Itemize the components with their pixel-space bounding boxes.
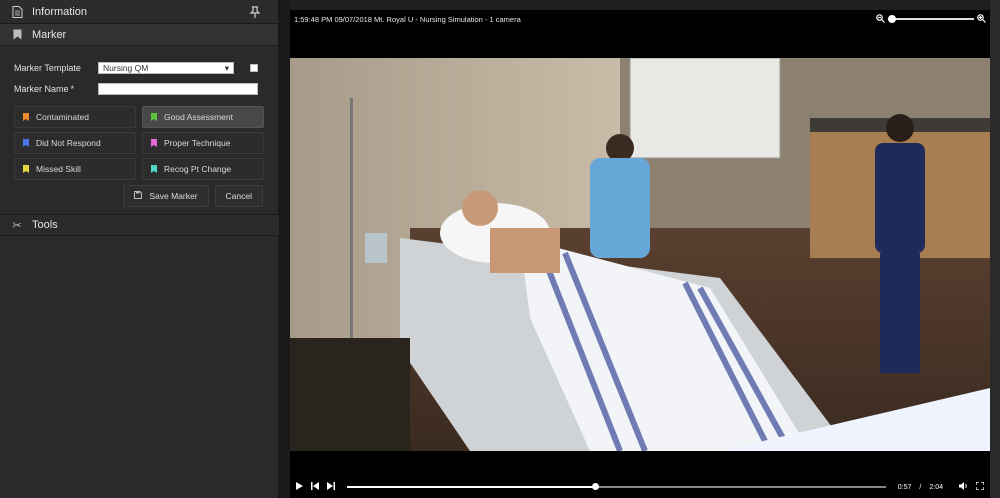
seek-bar-fill [347,486,595,488]
marker-tag-button[interactable]: Contaminated [14,106,136,128]
marker-header[interactable]: Marker [0,24,278,46]
skip-back-icon[interactable] [311,482,319,492]
template-row: Marker Template Nursing QM ▾ [14,59,264,77]
video-title-bar: 1:59:48 PM 09/07/2018 Mt. Royal U - Nurs… [290,10,990,28]
fullscreen-icon[interactable] [975,481,985,492]
scissors-icon: ✂ [12,219,22,232]
seek-bar[interactable] [347,483,886,490]
flag-icon [23,139,29,147]
tools-section: ✂ Tools [0,214,279,236]
flag-icon [151,139,157,147]
template-checkbox[interactable] [250,64,258,72]
flag-icon [23,113,29,121]
cancel-label: Cancel [225,191,252,201]
time-separator: / [919,483,922,491]
zoom-control [876,13,986,25]
pin-icon[interactable] [248,5,262,19]
marker-tag-label: Good Assessment [164,112,233,122]
marker-tag-grid: Contaminated Good Assessment Did Not Respo… [14,106,264,180]
information-header[interactable]: Information [0,0,278,24]
marker-tag-button[interactable]: Proper Technique [142,132,264,154]
skip-forward-icon[interactable] [327,482,335,492]
required-marker: * [70,84,75,94]
tools-header[interactable]: ✂ Tools [0,214,279,236]
seek-bar-handle[interactable] [591,483,599,490]
marker-tag-label: Recog Pt Change [164,164,232,174]
template-select[interactable]: Nursing QM ▾ [98,62,234,74]
left-panel: Information Marker Marker Template Nursi… [0,0,279,498]
marker-name-input[interactable] [98,83,258,95]
play-icon[interactable] [296,482,303,492]
flag-icon [23,165,29,173]
template-value: Nursing QM [103,63,149,73]
marker-form: Marker Template Nursing QM ▾ Marker Name… [0,46,278,207]
marker-tag-label: Missed Skill [36,164,81,174]
video-title: 1:59:48 PM 09/07/2018 Mt. Royal U - Nurs… [294,14,521,24]
volume-icon[interactable] [959,482,968,492]
zoom-slider-handle[interactable] [888,15,896,23]
right-edge-strip [990,0,1000,498]
dropdown-arrow-icon: ▾ [224,62,229,73]
marker-tag-button[interactable]: Good Assessment [142,106,264,128]
marker-tag-button[interactable]: Missed Skill [14,158,136,180]
marker-tag-label: Proper Technique [164,138,231,148]
tools-title: Tools [32,219,58,231]
save-marker-label: Save Marker [149,191,198,201]
marker-tag-label: Contaminated [36,112,89,122]
zoom-in-icon[interactable] [977,13,986,25]
information-title: Information [32,5,88,18]
save-marker-button[interactable]: Save Marker [123,185,209,207]
current-time: 0:57 [897,483,912,491]
playback-controls: 0:57 / 2:04 [290,476,990,498]
video-player[interactable]: 1:59:48 PM 09/07/2018 Mt. Royal U - Nurs… [290,10,990,498]
flag-icon [151,113,157,121]
bookmark-icon [10,28,24,42]
flag-icon [151,165,157,173]
document-icon [10,5,24,19]
save-icon [134,191,143,201]
name-row: Marker Name * [14,80,264,98]
zoom-out-icon[interactable] [876,13,885,25]
marker-tag-button[interactable]: Recog Pt Change [142,158,264,180]
marker-tag-button[interactable]: Did Not Respond [14,132,136,154]
zoom-slider[interactable] [888,15,974,23]
simulation-scene-image [290,58,990,451]
panel-splitter[interactable] [279,0,290,498]
duration: 2:04 [929,483,943,491]
cancel-button[interactable]: Cancel [214,185,263,207]
video-frame[interactable] [290,58,990,451]
marker-title: Marker [32,28,67,41]
marker-tag-label: Did Not Respond [36,138,101,148]
template-label: Marker Template [14,63,81,73]
name-label: Marker Name * [14,84,75,94]
marker-actions: Save Marker Cancel [14,185,264,207]
